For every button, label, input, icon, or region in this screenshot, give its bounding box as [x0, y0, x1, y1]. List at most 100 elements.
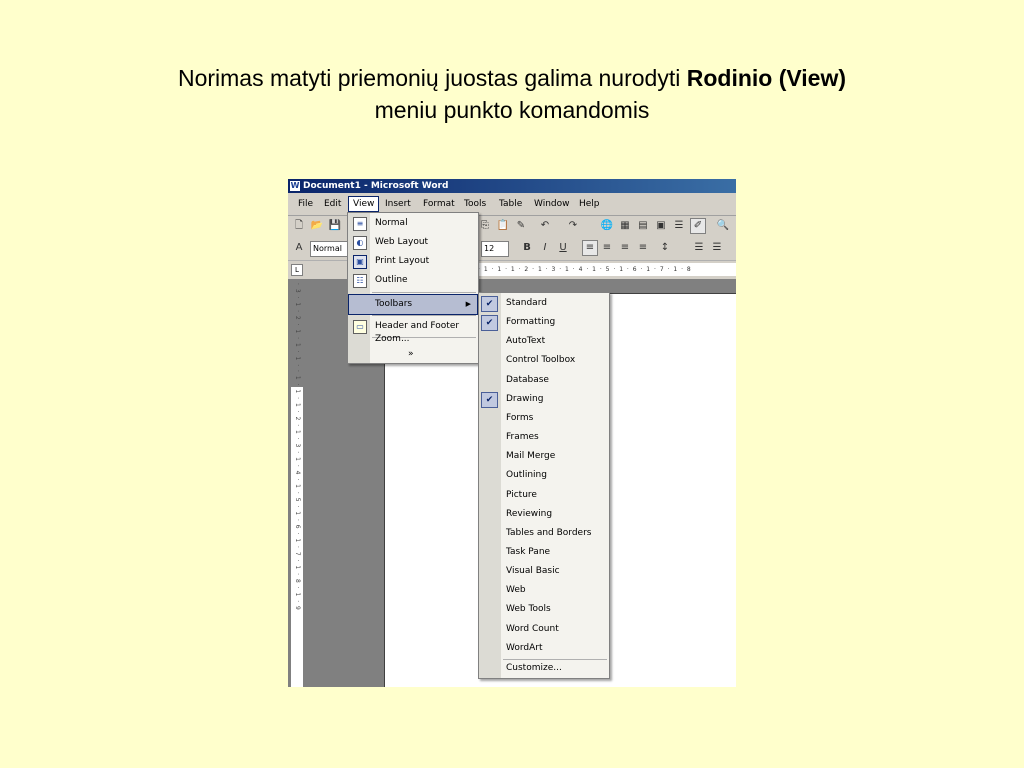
bullets-icon[interactable]: ☰: [710, 241, 724, 255]
view-menu-web-layout[interactable]: ◐ Web Layout: [349, 233, 477, 252]
align-center-icon[interactable]: ≡: [600, 241, 614, 255]
expand-menu-chevron-icon[interactable]: »: [408, 349, 414, 359]
toolbar-item-database[interactable]: Database: [479, 371, 609, 390]
checkmark-icon: ✔: [481, 391, 498, 408]
view-menu-label: Zoom...: [375, 334, 410, 344]
italic-button[interactable]: I: [538, 241, 552, 255]
print-layout-icon: ▣: [353, 255, 367, 269]
align-left-icon[interactable]: ≡: [582, 240, 598, 256]
toolbar-item-outlining[interactable]: Outlining: [479, 466, 609, 485]
toolbar-item-label: Database: [506, 374, 549, 385]
paste-icon[interactable]: 📋: [496, 219, 510, 233]
menu-separator: [372, 292, 476, 293]
toolbar-item-standard[interactable]: ✔ Standard: [479, 294, 609, 313]
toolbar-item-autotext[interactable]: AutoText: [479, 332, 609, 351]
toolbar-item-label: Standard: [506, 298, 547, 308]
toolbar-item-formatting[interactable]: ✔ Formatting: [479, 313, 609, 332]
toolbar-item-word-count[interactable]: Word Count: [479, 620, 609, 639]
web-layout-icon: ◐: [353, 236, 367, 250]
customize-label: Customize...: [506, 663, 562, 673]
toolbar-item-picture[interactable]: Picture: [479, 486, 609, 505]
toolbar-item-label: Word Count: [506, 623, 559, 634]
toolbar-item-visual-basic[interactable]: Visual Basic: [479, 562, 609, 581]
justify-icon[interactable]: ≡: [636, 241, 650, 255]
font-size-dropdown[interactable]: 12: [481, 241, 509, 257]
toolbars-submenu: ✔ Standard ✔ Formatting AutoText Control Tool…: [478, 292, 610, 679]
format-painter-icon[interactable]: ✎: [514, 219, 528, 233]
menu-view[interactable]: View: [348, 196, 380, 212]
view-menu-print-layout[interactable]: ▣ Print Layout: [349, 252, 477, 271]
menu-tools[interactable]: Tools: [460, 197, 490, 211]
checkmark-icon: ✔: [481, 315, 498, 332]
menu-table[interactable]: Table: [495, 197, 526, 211]
checkmark-icon: ✔: [481, 296, 498, 312]
view-menu-outline[interactable]: ☷ Outline: [349, 271, 477, 290]
open-folder-icon[interactable]: 📂: [310, 219, 324, 233]
new-document-icon[interactable]: 🗋: [292, 219, 306, 233]
view-menu-zoom[interactable]: Zoom...: [349, 330, 477, 349]
toolbar-item-task-pane[interactable]: Task Pane: [479, 543, 609, 562]
toolbar-item-label: Control Toolbox: [506, 355, 576, 366]
toolbar-item-control-toolbox[interactable]: Control Toolbox: [479, 351, 609, 370]
toolbar-item-label: Web Tools: [506, 604, 551, 615]
toolbar-item-wordart[interactable]: WordArt: [479, 639, 609, 658]
menu-separator: [372, 315, 476, 316]
styles-icon[interactable]: A: [292, 241, 306, 255]
toolbars-customize[interactable]: Customize...: [479, 659, 609, 678]
toolbar-item-web-tools[interactable]: Web Tools: [479, 600, 609, 619]
view-menu-toolbars[interactable]: Toolbars ▶: [348, 294, 478, 315]
toolbar-item-tables-and-borders[interactable]: Tables and Borders: [479, 524, 609, 543]
slide-title-line2: meniu punkto komandomis: [374, 97, 650, 123]
save-icon[interactable]: 💾: [328, 219, 342, 233]
window-title: Document1 - Microsoft Word: [303, 181, 449, 191]
hyperlink-icon[interactable]: 🌐: [600, 219, 614, 233]
menu-insert[interactable]: Insert: [381, 197, 415, 211]
menu-window[interactable]: Window: [530, 197, 574, 211]
view-menu-label: Web Layout: [375, 237, 429, 247]
toolbar-item-frames[interactable]: Frames: [479, 428, 609, 447]
vertical-ruler: · 3 · 1 · 2 · 1 · 1 · 1 · · 1 · 1 · 1 · …: [291, 283, 303, 687]
slide-title-text: Norimas matyti priemonių juostas galima …: [177, 65, 687, 91]
tab-selector[interactable]: L: [291, 264, 303, 276]
submenu-arrow-icon: ▶: [465, 300, 471, 308]
columns-icon[interactable]: ☰: [672, 219, 686, 233]
view-menu-label: Toolbars: [375, 299, 413, 309]
undo-icon[interactable]: ↶: [538, 219, 552, 233]
toolbar-item-label: AutoText: [506, 336, 546, 347]
view-menu-normal[interactable]: ≡ Normal: [349, 214, 477, 233]
view-menu-label: Normal: [375, 218, 408, 228]
view-menu-label: Print Layout: [375, 256, 430, 266]
underline-button[interactable]: U: [556, 241, 570, 255]
toolbar-item-mail-merge[interactable]: Mail Merge: [479, 447, 609, 466]
toolbar-item-label: Drawing: [506, 393, 544, 404]
toolbar-item-label: Forms: [506, 412, 534, 423]
menu-edit[interactable]: Edit: [320, 197, 345, 211]
redo-icon[interactable]: ↷: [566, 219, 580, 233]
tables-borders-icon[interactable]: ▦: [618, 219, 632, 233]
word-app-icon: W: [290, 181, 300, 191]
toolbar-item-label: Web: [506, 585, 526, 596]
toolbar-item-drawing[interactable]: ✔ Drawing: [479, 390, 609, 409]
toolbar-item-reviewing[interactable]: Reviewing: [479, 505, 609, 524]
normal-view-icon: ≡: [353, 217, 367, 231]
align-right-icon[interactable]: ≡: [618, 241, 632, 255]
view-menu: ≡ Normal ◐ Web Layout ▣ Print Layout ☷ O…: [347, 212, 479, 364]
toolbar-item-label: Mail Merge: [506, 451, 556, 462]
menu-file[interactable]: File: [294, 197, 317, 211]
horizontal-ruler: · 1 · 1 · 1 · 2 · 1 · 3 · 1 · 4 · 1 · 5 …: [478, 263, 736, 276]
document-map-icon[interactable]: 🔍: [716, 219, 730, 233]
menu-format[interactable]: Format: [419, 197, 459, 211]
bold-button[interactable]: B: [520, 241, 534, 255]
toolbar-item-forms[interactable]: Forms: [479, 409, 609, 428]
outline-view-icon: ☷: [353, 274, 367, 288]
drawing-icon[interactable]: ✐: [690, 218, 706, 234]
toolbar-item-label: Frames: [506, 432, 539, 443]
copy-icon[interactable]: ⎘: [478, 219, 492, 233]
numbering-icon[interactable]: ☰: [692, 241, 706, 255]
line-spacing-icon[interactable]: ↕: [658, 241, 672, 255]
insert-table-icon[interactable]: ▤: [636, 219, 650, 233]
toolbar-item-web[interactable]: Web: [479, 581, 609, 600]
insert-excel-icon[interactable]: ▣: [654, 219, 668, 233]
menu-help[interactable]: Help: [575, 197, 604, 211]
toolbar-item-label: Picture: [506, 489, 537, 500]
